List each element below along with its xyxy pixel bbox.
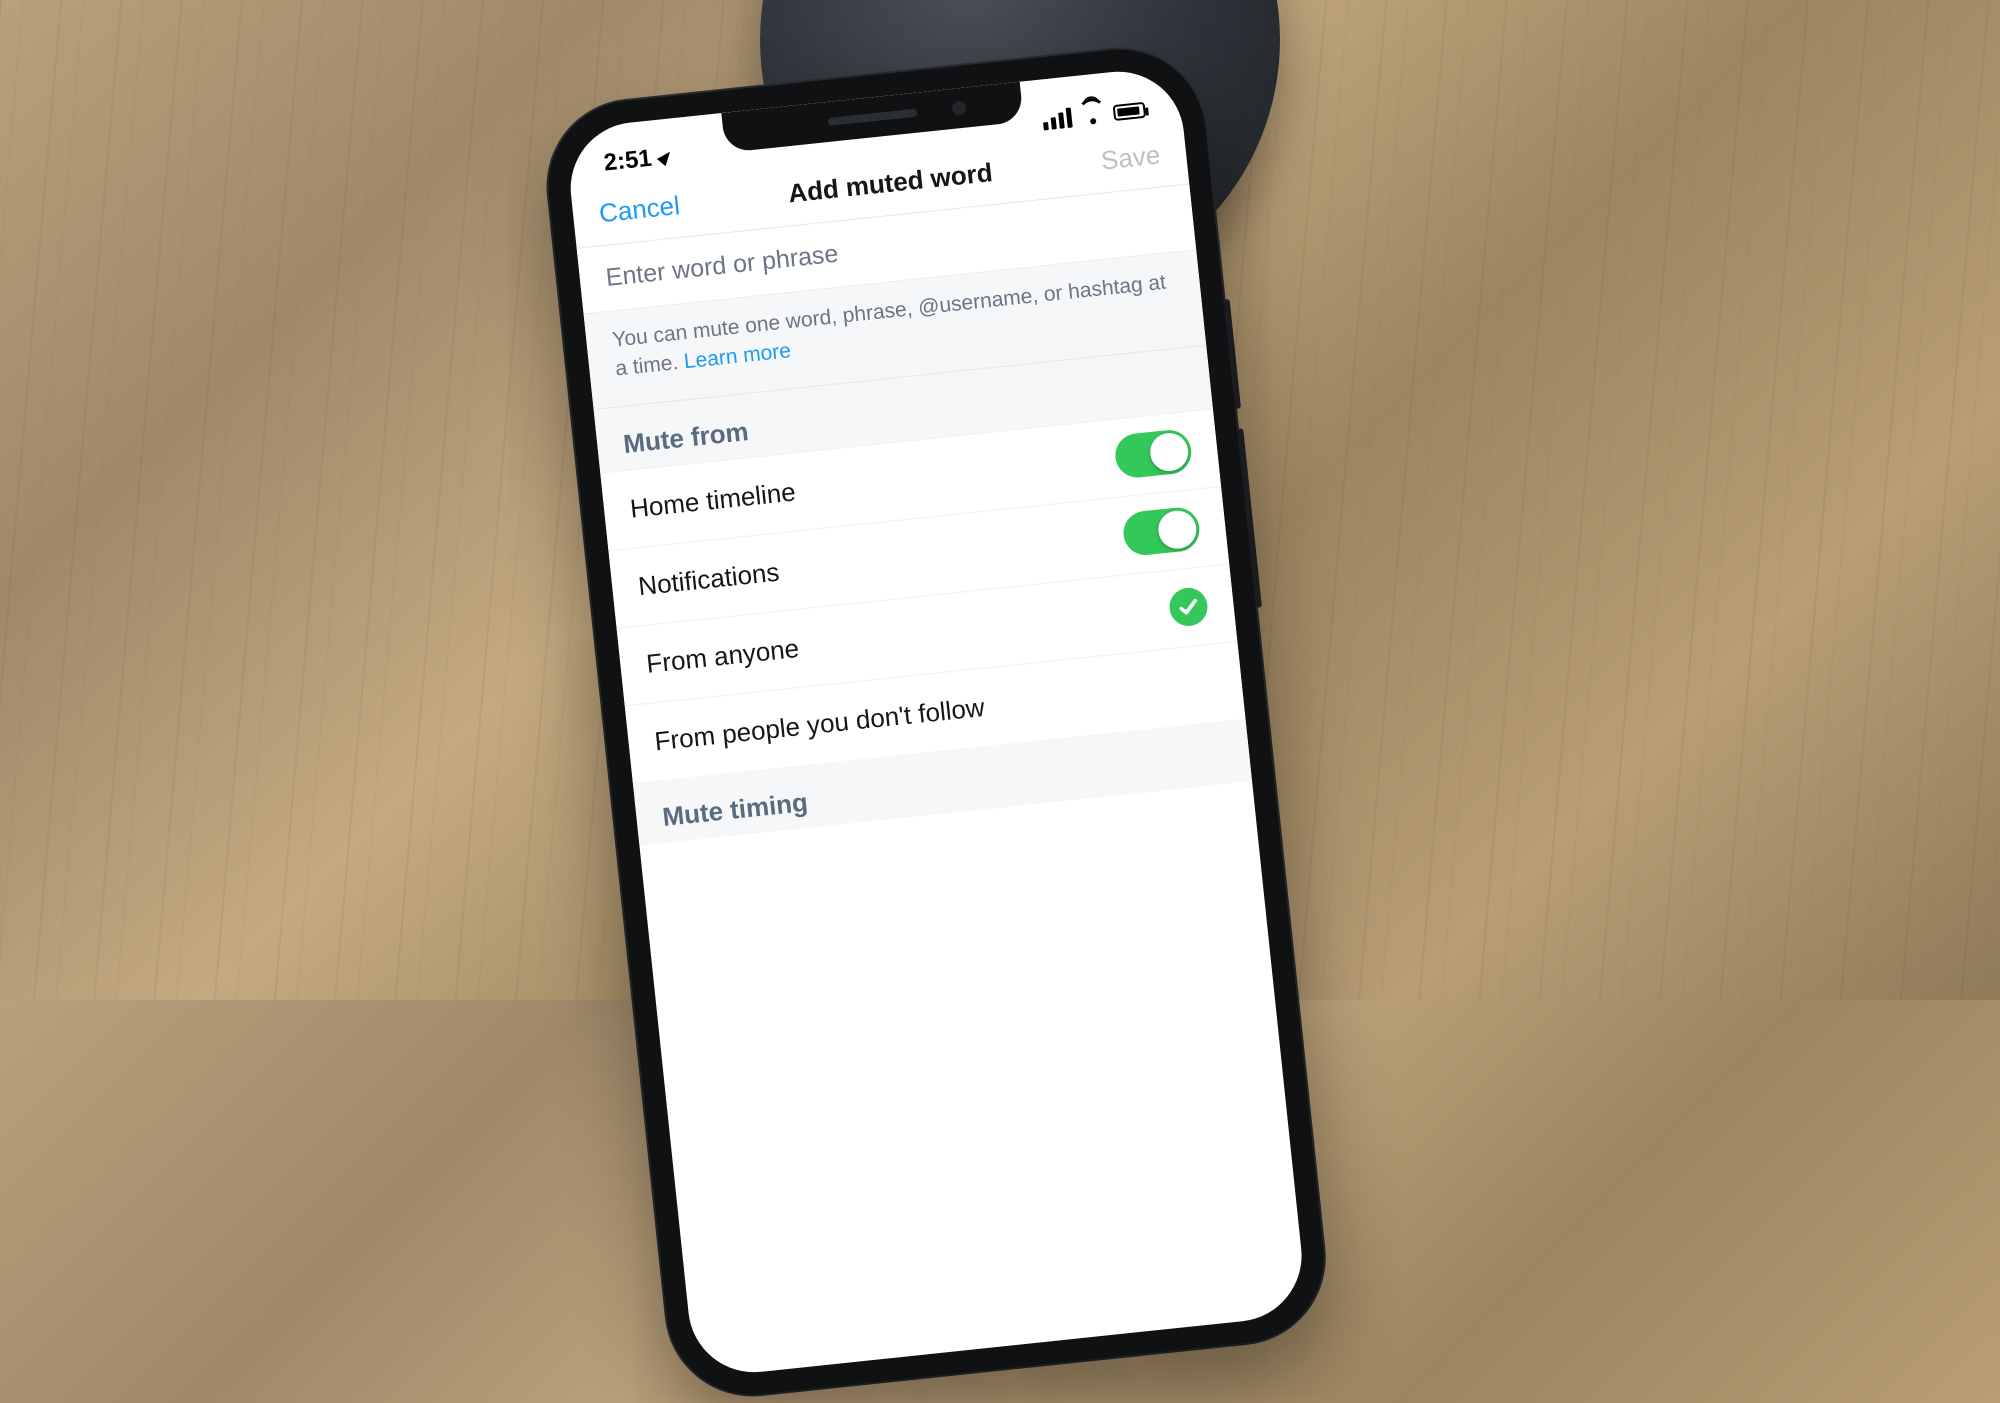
cancel-button[interactable]: Cancel bbox=[598, 190, 682, 229]
status-time: 2:51 bbox=[602, 145, 653, 178]
battery-icon bbox=[1113, 102, 1146, 121]
cellular-signal-icon bbox=[1042, 108, 1073, 131]
row-label: Home timeline bbox=[629, 476, 798, 524]
location-services-icon bbox=[657, 148, 675, 166]
toggle-notifications[interactable] bbox=[1121, 506, 1201, 558]
phone-device: 2:51 Cancel Add muted word Save bbox=[540, 41, 1332, 1403]
toggle-home-timeline[interactable] bbox=[1113, 428, 1193, 480]
row-label: Notifications bbox=[637, 556, 781, 602]
row-label: From people you don't follow bbox=[653, 692, 986, 757]
wifi-icon bbox=[1080, 103, 1104, 127]
save-button[interactable]: Save bbox=[1100, 140, 1162, 177]
word-input-placeholder: Enter word or phrase bbox=[604, 240, 839, 292]
row-label: From anyone bbox=[645, 633, 801, 680]
phone-screen: 2:51 Cancel Add muted word Save bbox=[564, 65, 1308, 1379]
page-title: Add muted word bbox=[787, 157, 994, 209]
check-icon bbox=[1168, 586, 1210, 628]
learn-more-link[interactable]: Learn more bbox=[683, 340, 792, 374]
